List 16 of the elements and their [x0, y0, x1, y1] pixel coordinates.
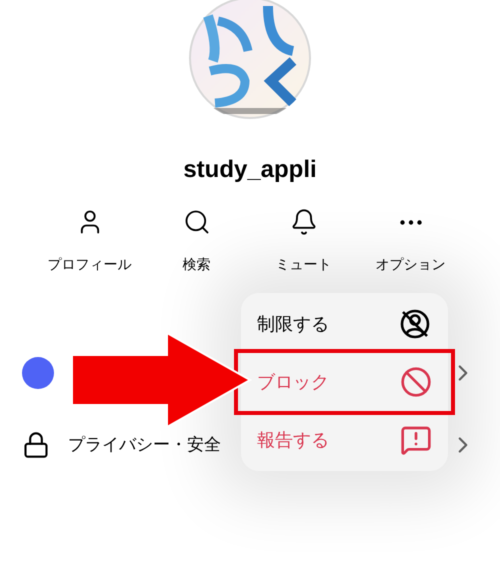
- more-icon: [400, 220, 422, 224]
- username: study_appli: [183, 155, 317, 185]
- search-icon: [182, 208, 210, 236]
- restrict-icon: [398, 307, 432, 341]
- menu-item[interactable]: ブロック: [238, 353, 451, 411]
- action-button[interactable]: ミュート: [250, 208, 357, 275]
- bell-icon: [290, 208, 318, 236]
- block-icon: [400, 366, 432, 398]
- action-button[interactable]: オプション: [357, 208, 464, 275]
- menu-item[interactable]: 制限する: [241, 295, 448, 353]
- lock-icon: [22, 431, 50, 459]
- menu-item[interactable]: 報告する: [241, 411, 448, 469]
- row-label: プライバシー・安全: [68, 434, 221, 456]
- action-button[interactable]: 検索: [143, 208, 250, 275]
- action-button[interactable]: プロフィール: [36, 208, 143, 275]
- report-icon: [400, 424, 432, 456]
